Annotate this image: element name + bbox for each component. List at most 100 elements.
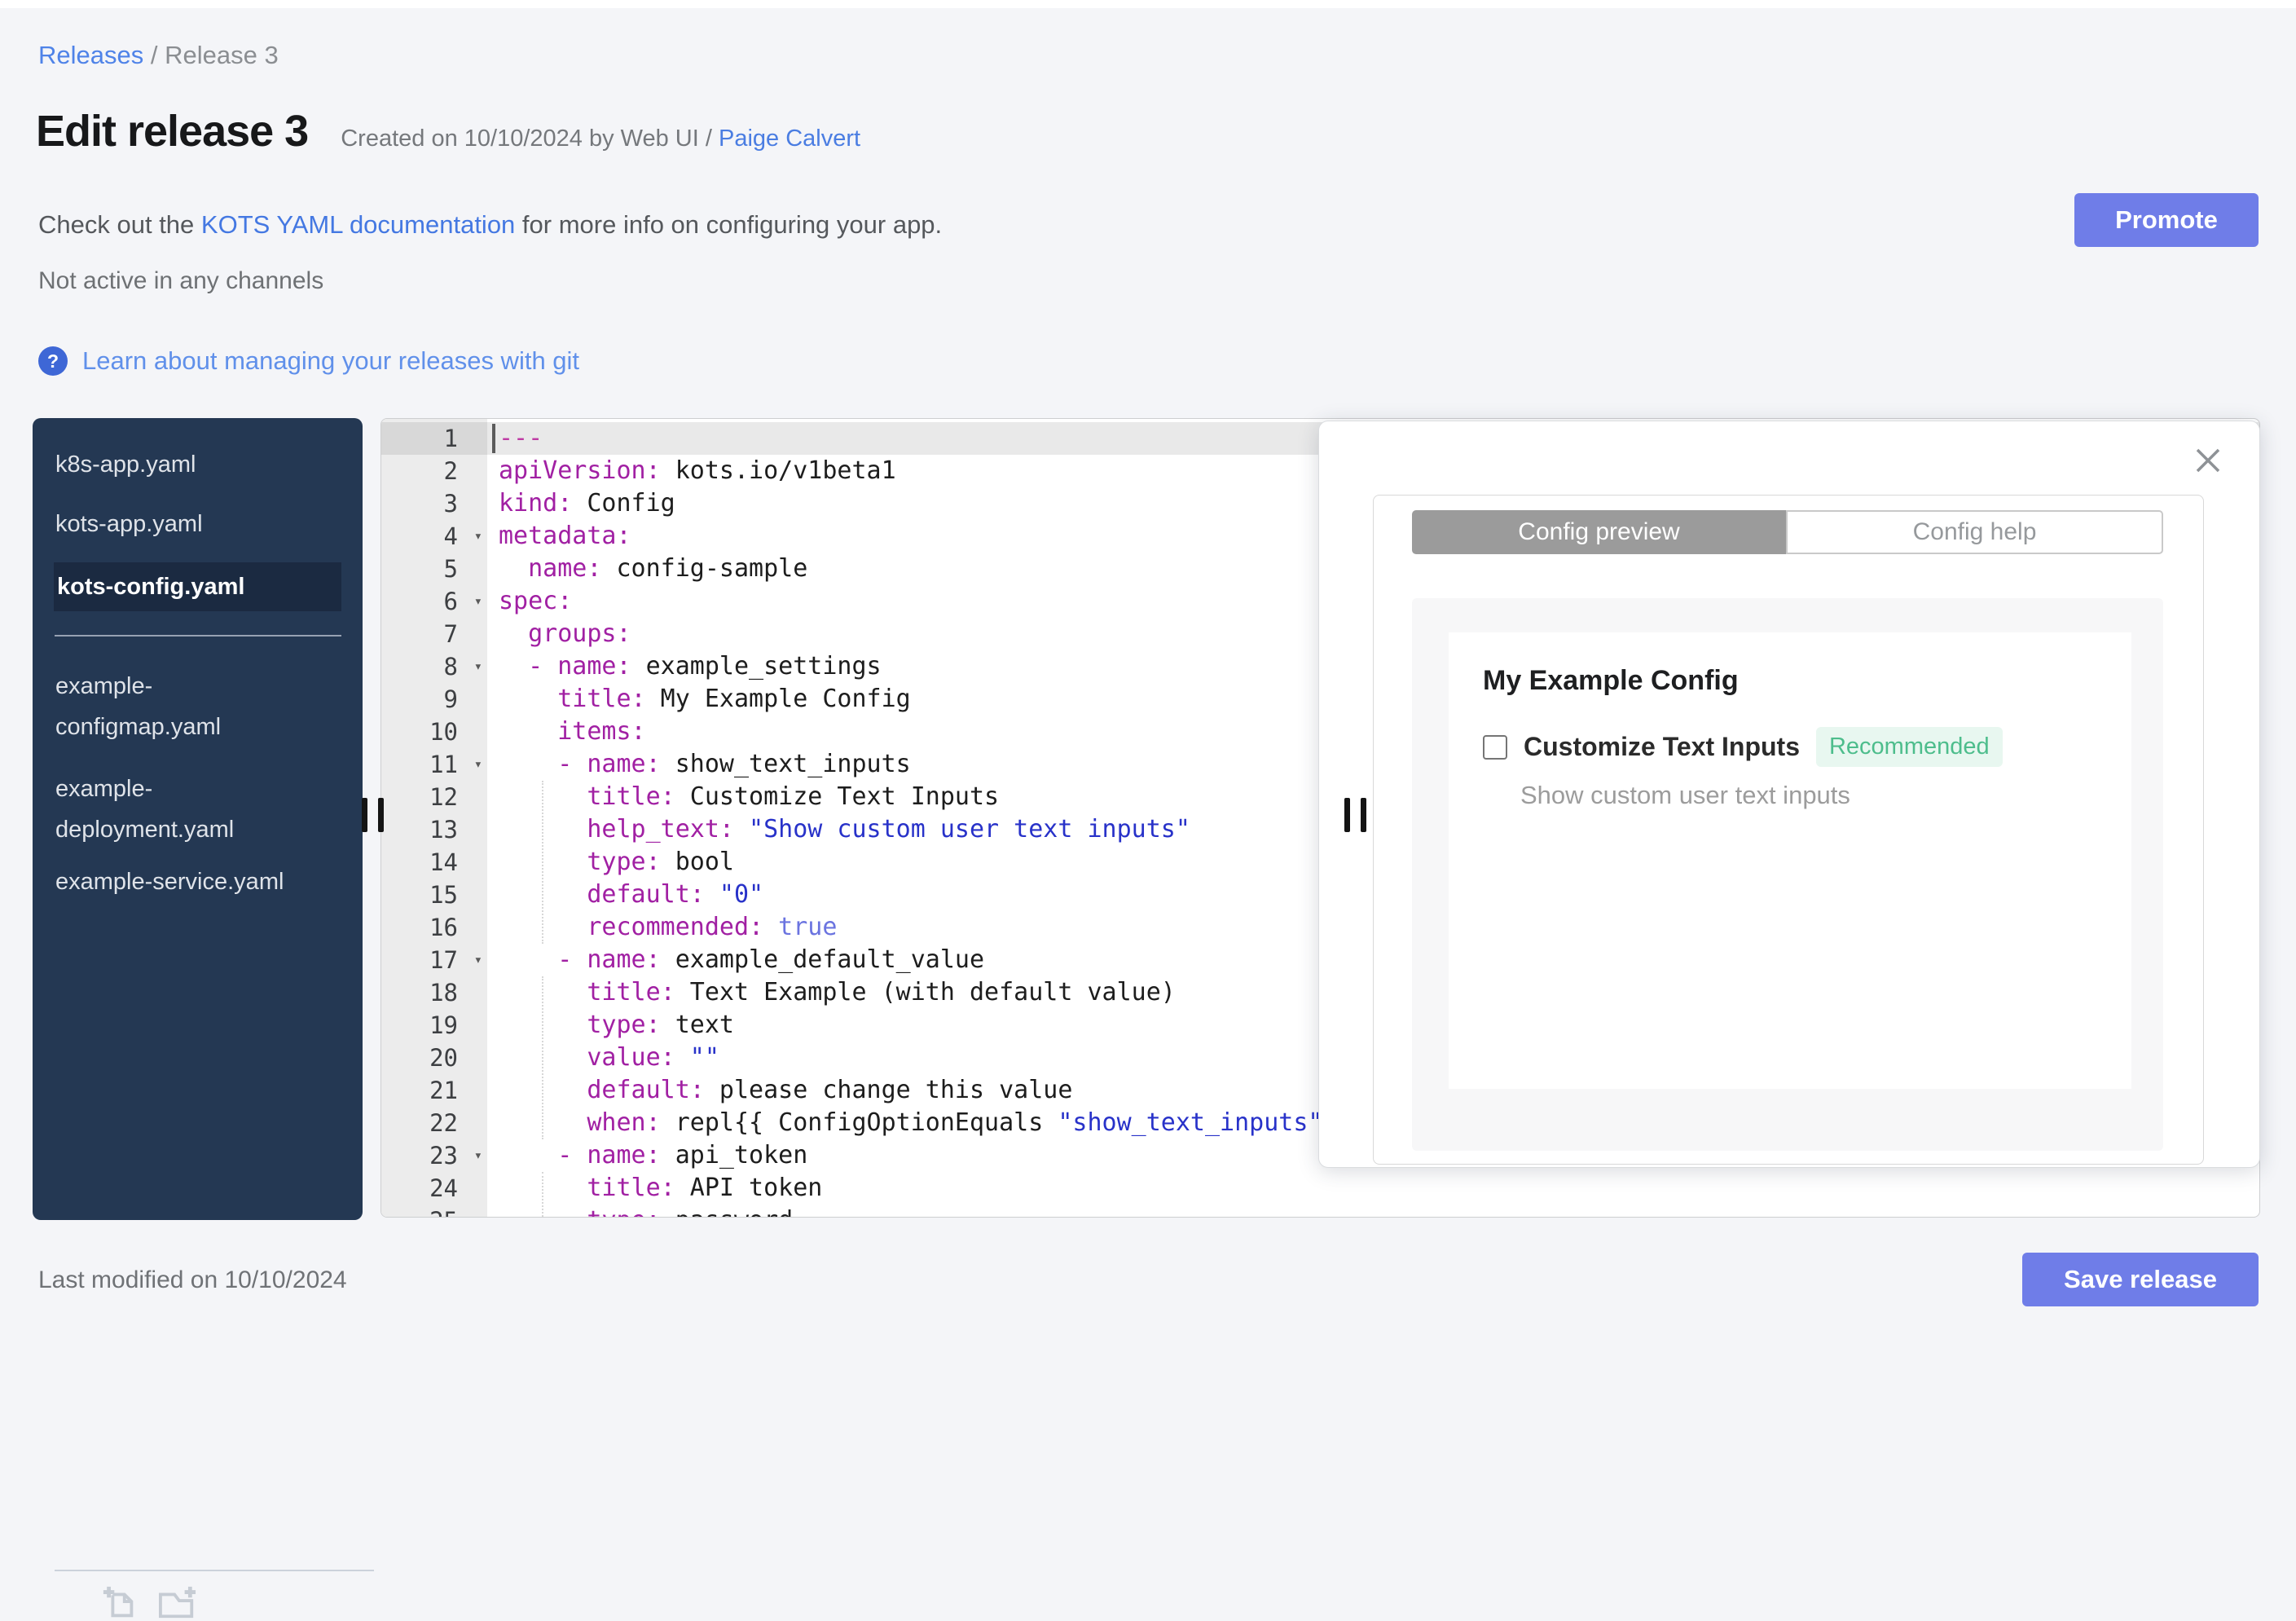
docs-line: Check out the KOTS YAML documentation fo… bbox=[38, 210, 942, 240]
gutter-line-19[interactable]: 19 bbox=[381, 1009, 487, 1042]
fold-arrow-icon[interactable]: ▾ bbox=[474, 1139, 482, 1172]
gutter-line-23[interactable]: 23 ▾ bbox=[381, 1139, 487, 1172]
gutter-line-11[interactable]: 11 ▾ bbox=[381, 748, 487, 781]
code-line-25[interactable]: type: password bbox=[487, 1205, 2259, 1217]
customize-text-inputs-checkbox[interactable] bbox=[1483, 734, 1507, 760]
token-dash: - bbox=[557, 750, 587, 778]
fold-arrow-icon[interactable]: ▾ bbox=[474, 650, 482, 683]
token-key: help_text: bbox=[587, 815, 734, 844]
gutter-line-18[interactable]: 18 bbox=[381, 976, 487, 1009]
token-key: default: bbox=[587, 880, 705, 909]
config-preview-panel: Config preview Config help My Example Con… bbox=[1318, 421, 2260, 1168]
gutter-line-20[interactable]: 20 bbox=[381, 1042, 487, 1074]
git-help-row: ? Learn about managing your releases wit… bbox=[38, 346, 579, 376]
config-preview-box: Config preview Config help My Example Con… bbox=[1373, 495, 2204, 1165]
token-key: type: bbox=[587, 1206, 660, 1217]
created-meta: Created on 10/10/2024 by Web UI / Paige … bbox=[341, 126, 860, 152]
token-key: recommended: bbox=[587, 913, 764, 941]
gutter-line-5[interactable]: 5 bbox=[381, 553, 487, 585]
gutter-line-7[interactable]: 7 bbox=[381, 618, 487, 650]
file-item-example-deployment.yaml[interactable]: example-deployment.yaml bbox=[55, 769, 341, 850]
gutter-line-6[interactable]: 6 ▾ bbox=[381, 585, 487, 618]
promote-button[interactable]: Promote bbox=[2074, 193, 2259, 247]
gutter-line-21[interactable]: 21 bbox=[381, 1074, 487, 1107]
file-item-example-configmap.yaml[interactable]: example-configmap.yaml bbox=[55, 666, 341, 747]
config-item-help-text: Show custom user text inputs bbox=[1520, 781, 1850, 809]
gutter-line-24[interactable]: 24 bbox=[381, 1172, 487, 1205]
close-icon[interactable] bbox=[2193, 445, 2223, 476]
token-key: metadata: bbox=[499, 522, 631, 550]
gutter-line-3[interactable]: 3 bbox=[381, 487, 487, 520]
gutter-line-25[interactable]: 25 bbox=[381, 1205, 487, 1217]
sidebar-resize-handle[interactable] bbox=[362, 798, 385, 832]
token-pl: example_default_value bbox=[660, 945, 985, 974]
gutter-line-4[interactable]: 4 ▾ bbox=[381, 520, 487, 553]
token-str: "show_text_inputs" bbox=[1058, 1108, 1323, 1137]
gutter-line-16[interactable]: 16 bbox=[381, 911, 487, 944]
token-key: title: bbox=[587, 978, 675, 1007]
gutter-line-1[interactable]: 1 bbox=[381, 422, 487, 455]
config-card: My Example Config Customize Text Inputs … bbox=[1449, 632, 2131, 1089]
gutter-line-9[interactable]: 9 bbox=[381, 683, 487, 716]
code-line-24[interactable]: title: API token bbox=[487, 1172, 2259, 1205]
token-dash: - bbox=[528, 652, 558, 681]
author-link[interactable]: Paige Calvert bbox=[719, 126, 860, 152]
tab-config-help[interactable]: Config help bbox=[1786, 510, 2163, 554]
token-key: title: bbox=[587, 782, 675, 811]
breadcrumb-current: / Release 3 bbox=[150, 41, 279, 69]
gutter-line-2[interactable]: 2 bbox=[381, 455, 487, 487]
question-mark-icon: ? bbox=[38, 346, 68, 376]
fold-arrow-icon[interactable]: ▾ bbox=[474, 585, 482, 618]
last-modified-text: Last modified on 10/10/2024 bbox=[38, 1266, 347, 1293]
token-key: apiVersion: bbox=[499, 456, 661, 485]
breadcrumb-releases-link[interactable]: Releases bbox=[38, 41, 143, 69]
gutter-line-13[interactable]: 13 bbox=[381, 813, 487, 846]
file-item-kots-app.yaml[interactable]: kots-app.yaml bbox=[55, 512, 341, 536]
gutter-line-12[interactable]: 12 bbox=[381, 781, 487, 813]
docs-prefix: Check out the bbox=[38, 210, 201, 239]
gutter-line-15[interactable]: 15 bbox=[381, 879, 487, 911]
created-text: Created on 10/10/2024 by Web UI / bbox=[341, 126, 719, 152]
panel-resize-handle[interactable] bbox=[1344, 798, 1367, 832]
token-str: "0" bbox=[704, 880, 764, 909]
git-releases-link[interactable]: Learn about managing your releases with … bbox=[82, 346, 579, 376]
file-item-example-service.yaml[interactable]: example-service.yaml bbox=[55, 870, 341, 894]
tab-config-preview[interactable]: Config preview bbox=[1412, 510, 1786, 554]
fold-arrow-icon[interactable]: ▾ bbox=[474, 748, 482, 781]
gutter-line-10[interactable]: 10 bbox=[381, 716, 487, 748]
sidebar-bottom-divider bbox=[55, 1570, 374, 1571]
token-pl: api_token bbox=[660, 1141, 808, 1169]
fold-arrow-icon[interactable]: ▾ bbox=[474, 520, 482, 553]
kots-docs-link[interactable]: KOTS YAML documentation bbox=[201, 210, 515, 239]
file-item-kots-config.yaml-selected[interactable]: kots-config.yaml bbox=[54, 562, 341, 611]
preview-tab-bar: Config preview Config help bbox=[1412, 510, 2163, 554]
gutter-line-8[interactable]: 8 ▾ bbox=[381, 650, 487, 683]
token-pl: please change this value bbox=[704, 1076, 1073, 1104]
token-pl: Customize Text Inputs bbox=[675, 782, 1000, 811]
breadcrumb: Releases / Release 3 bbox=[38, 41, 279, 70]
token-pl: Config bbox=[572, 489, 675, 518]
token-key: kind: bbox=[499, 489, 573, 518]
save-release-button[interactable]: Save release bbox=[2022, 1253, 2259, 1306]
add-file-icon[interactable] bbox=[101, 1584, 139, 1621]
gutter-line-17[interactable]: 17 ▾ bbox=[381, 944, 487, 976]
title-row: Edit release 3 Created on 10/10/2024 by … bbox=[36, 106, 860, 156]
top-strip bbox=[0, 0, 2296, 8]
file-item-k8s-app.yaml[interactable]: k8s-app.yaml bbox=[55, 452, 341, 477]
add-folder-icon[interactable] bbox=[156, 1584, 199, 1621]
gutter-line-14[interactable]: 14 bbox=[381, 846, 487, 879]
token-pl: example_settings bbox=[631, 652, 882, 681]
gutter-line-22[interactable]: 22 bbox=[381, 1107, 487, 1139]
fold-arrow-icon[interactable]: ▾ bbox=[474, 944, 482, 976]
editor-gutter: 1 2 3 4 ▾ 5 6 ▾ 7 8 ▾ 9 10 11 ▾ 12 13 14 15 16 17 ▾ 18 19 20 21 22… bbox=[381, 419, 487, 1217]
